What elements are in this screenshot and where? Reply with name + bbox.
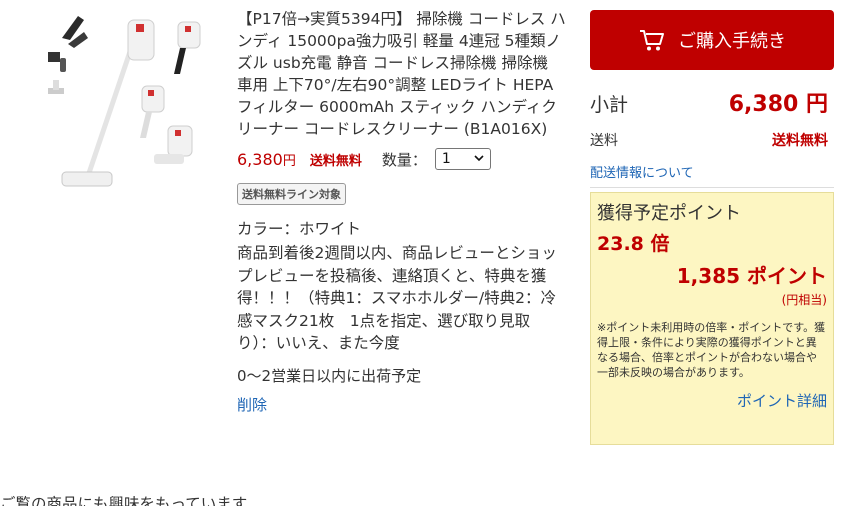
subtotal-label: 小計 bbox=[590, 94, 629, 116]
quantity-select[interactable]: 1 bbox=[434, 148, 491, 170]
shipping-row: 送料 送料無料 bbox=[590, 130, 834, 150]
product-details: 【P17倍→実質5394円】 掃除機 コードレス ハンディ 15000pa強力吸… bbox=[237, 8, 567, 415]
review-bonus-notice: 商品到着後2週間以内、商品レビューとショップレビューを投稿後、連絡頂くと、特典を… bbox=[237, 244, 557, 352]
item-price-unit: 円 bbox=[282, 153, 296, 169]
cart-summary: ご購入手続き 小計 6,380 円 送料 送料無料 配送情報について bbox=[590, 10, 834, 188]
points-panel: 獲得予定ポイント 23.8 倍 1,385 ポイント (円相当) ※ポイント未利… bbox=[590, 192, 834, 445]
free-shipping-line-badge: 送料無料ライン対象 bbox=[237, 183, 346, 205]
product-title[interactable]: 【P17倍→実質5394円】 掃除機 コードレス ハンディ 15000pa強力吸… bbox=[237, 8, 567, 140]
points-yen-equivalent: (円相当) bbox=[781, 293, 827, 307]
subtotal-value: 6,380 円 bbox=[728, 92, 828, 117]
subtotal-row: 小計 6,380 円 bbox=[590, 86, 834, 118]
shipping-label: 送料 bbox=[590, 133, 618, 149]
recommendation-heading: ご覧の商品にも興味をもっています bbox=[0, 495, 248, 506]
delete-link[interactable]: 削除 bbox=[237, 394, 267, 415]
checkout-button[interactable]: ご購入手続き bbox=[590, 10, 834, 70]
quantity-label: 数量： bbox=[381, 150, 427, 169]
item-price: 6,380 bbox=[237, 149, 283, 169]
points-title: 獲得予定ポイント bbox=[597, 203, 741, 224]
shipping-estimate: 0～2営業日以内に出荷予定 bbox=[237, 366, 422, 385]
chevron-down-icon bbox=[474, 154, 484, 165]
color-option: カラー：ホワイト bbox=[237, 220, 362, 238]
quantity-value: 1 bbox=[441, 151, 451, 167]
checkout-button-label: ご購入手続き bbox=[678, 31, 786, 52]
points-note: ※ポイント未利用時の倍率・ポイントです。獲得上限・条件により実際の獲得ポイントと… bbox=[597, 321, 826, 379]
divider bbox=[590, 187, 834, 188]
shipping-value: 送料無料 bbox=[772, 133, 828, 149]
cart-icon bbox=[638, 26, 666, 54]
price-row: 6,380 円 送料無料 数量： 1 bbox=[237, 146, 567, 172]
shipping-free-label: 送料無料 bbox=[309, 153, 362, 169]
product-image[interactable] bbox=[40, 8, 215, 198]
points-amount: 1,385 ポイント bbox=[676, 264, 827, 288]
points-detail-link[interactable]: ポイント詳細 bbox=[597, 390, 827, 411]
points-rate: 23.8 倍 bbox=[597, 233, 670, 255]
shipping-info-link[interactable]: 配送情報について bbox=[590, 162, 694, 181]
